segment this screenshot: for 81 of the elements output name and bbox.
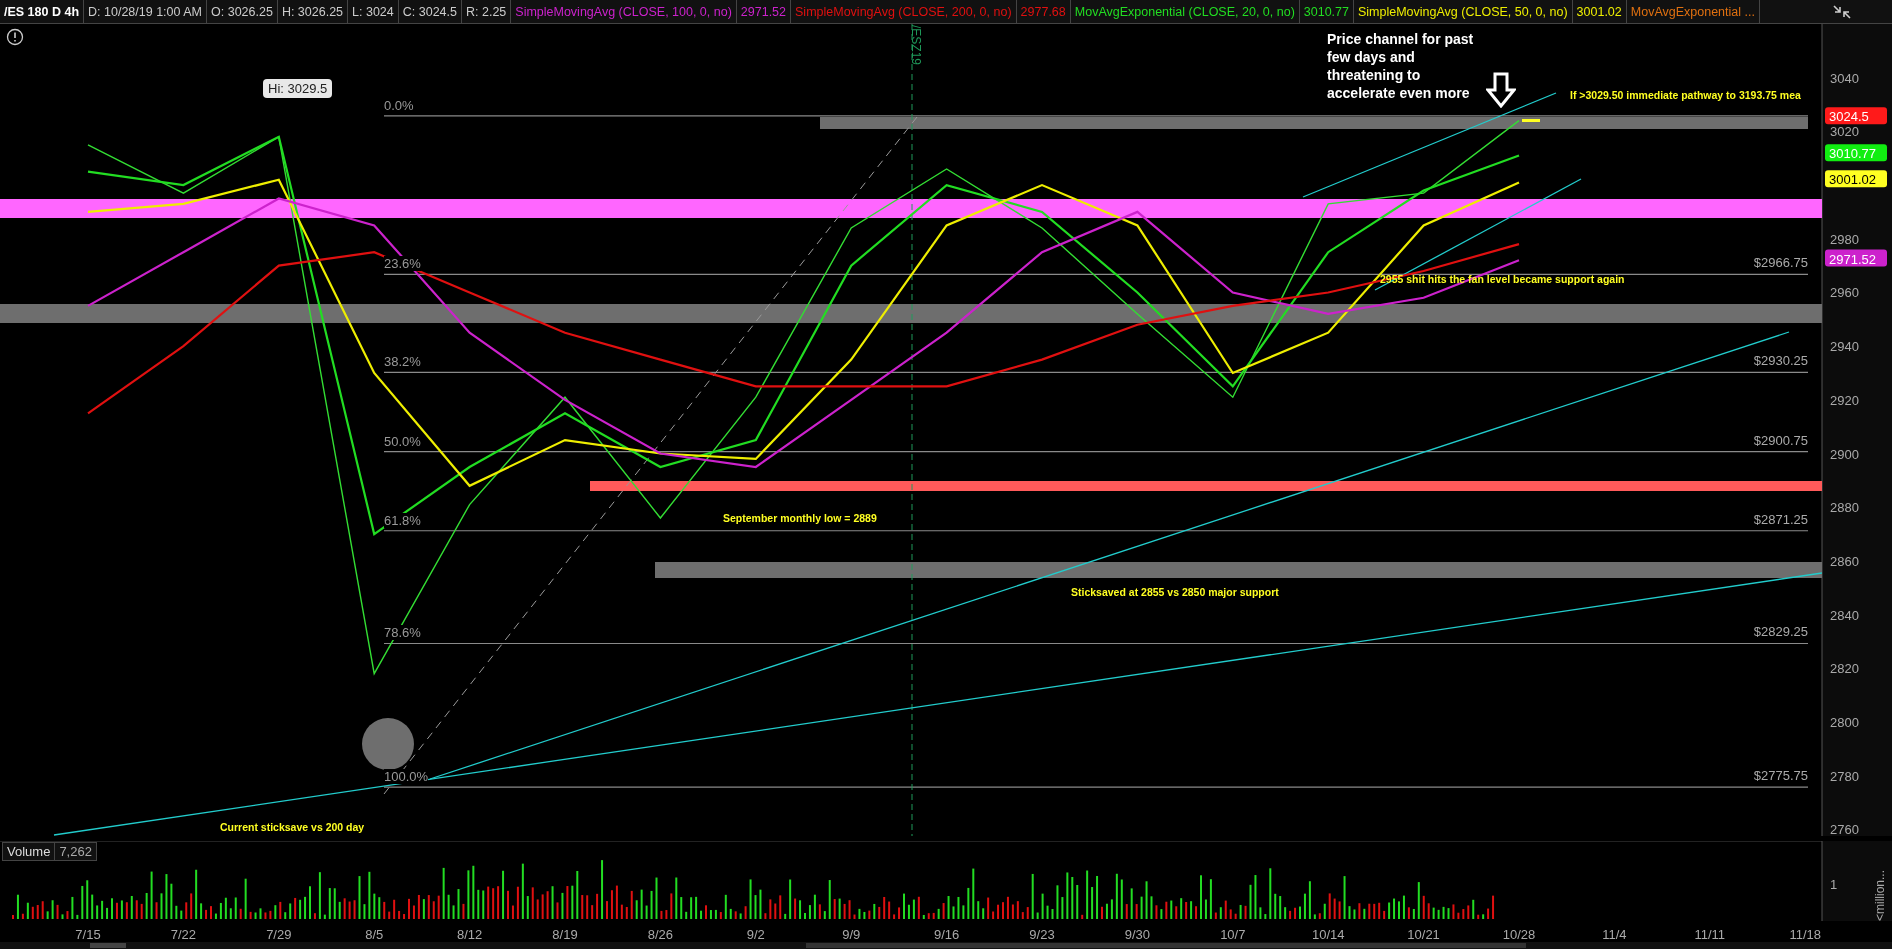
annotation-text: September monthly low = 2889	[723, 512, 877, 524]
date-tick-label: 9/16	[933, 927, 960, 942]
study-label[interactable]: SimpleMovingAvg (CLOSE, 100, 0, no)	[511, 0, 737, 23]
fib-price-label: $2930.25	[1753, 353, 1808, 369]
date-tick-label: 10/21	[1407, 927, 1440, 942]
volume-title: Volume	[2, 842, 56, 861]
price-badge-text: 3010.77	[1829, 146, 1876, 162]
quote-field: C: 3024.5	[398, 0, 462, 23]
quote-field: L: 3024	[348, 0, 399, 23]
fib-price-label: $2900.75	[1753, 432, 1808, 448]
quote-field: H: 3026.25	[277, 0, 349, 23]
axis-tick-label: 2960	[1830, 285, 1859, 301]
contract-label: /ESZ19	[909, 25, 923, 65]
highlight-circle	[362, 718, 414, 770]
symbol-label: /ES 180 D 4h	[0, 0, 85, 23]
study-label[interactable]: MovAvgExponential (CLOSE, 20, 0, no)	[1070, 0, 1300, 23]
date-tick-label: 7/22	[170, 927, 197, 942]
date-tick-label: 8/5	[365, 927, 384, 942]
volume-value: 7,262	[55, 842, 97, 861]
date-tick-label: 9/30	[1124, 927, 1151, 942]
target-marker	[1522, 119, 1540, 122]
price-badge-text: 2971.52	[1829, 251, 1876, 267]
annotation-text: Current sticksave vs 200 day	[220, 821, 365, 833]
study-label[interactable]: SimpleMovingAvg (CLOSE, 50, 0, no)	[1354, 0, 1573, 23]
axis-tick-label: 3020	[1830, 124, 1859, 140]
axis-tick-label: 2900	[1830, 446, 1859, 462]
date-tick-label: 7/29	[266, 927, 292, 942]
study-label[interactable]: MovAvgExponential ...	[1626, 0, 1760, 23]
date-tick-label: 8/19	[552, 927, 578, 942]
date-tick-label: 9/23	[1029, 927, 1055, 942]
price-badge-text: 3001.02	[1829, 172, 1876, 188]
quote-field: R: 2.25	[462, 0, 512, 23]
date-tick-label: 9/9	[842, 927, 861, 942]
date-tick-label: 11/18	[1789, 927, 1821, 942]
date-tick-label: 10/14	[1311, 927, 1345, 942]
fib-price-label: $2871.25	[1753, 511, 1808, 527]
fib-price-label: $2775.75	[1753, 768, 1808, 784]
annotation-text: If >3029.50 immediate pathway to 3193.75 mea	[1570, 89, 1801, 101]
axis-tick-label: 2820	[1830, 661, 1859, 677]
axis-tick-label: 2800	[1830, 715, 1859, 730]
date-tick-label: 7/15	[75, 927, 101, 942]
annotation-text: Sticksaved at 2855 vs 2850 major support	[1071, 586, 1279, 598]
fib-percent-label: 78.6%	[384, 625, 421, 641]
fib-price-label: $2966.75	[1753, 255, 1808, 271]
high-bubble: Hi: 3029.5	[263, 79, 333, 98]
fib-percent-label: 23.6%	[384, 256, 421, 272]
fib-price-label: $2829.25	[1753, 624, 1808, 640]
date-tick-label: 11/11	[1694, 927, 1726, 942]
scrollbar-thumb[interactable]	[806, 943, 1526, 948]
down-arrow-icon	[1486, 72, 1516, 108]
axis-tick-label: 2760	[1830, 822, 1859, 838]
axis-tick-label: 2840	[1830, 607, 1859, 623]
fib-percent-label: 100.0%	[384, 769, 429, 785]
quote-field: D: 10/28/19 1:00 AM	[84, 0, 207, 23]
quote-field: O: 3026.25	[207, 0, 278, 23]
study-value: 3001.02	[1572, 0, 1627, 23]
axis-tick-label: 2920	[1830, 392, 1859, 408]
date-tick-label: 8/26	[647, 927, 674, 942]
study-label[interactable]: SimpleMovingAvg (CLOSE, 200, 0, no)	[791, 0, 1017, 23]
axis-tick-label: 2980	[1830, 231, 1859, 247]
axis-tick-label: 2780	[1830, 768, 1859, 784]
volume-unit-label: <million...	[1873, 869, 1887, 921]
axis-tick-label: 2880	[1830, 500, 1859, 516]
date-tick-label: 9/2	[746, 927, 765, 942]
axis-tick-label: 3040	[1830, 70, 1859, 86]
axis-tick-label: 2860	[1830, 553, 1859, 569]
fib-percent-label: 61.8%	[384, 512, 421, 528]
scrollbar-thumb[interactable]	[90, 943, 126, 948]
date-tick-label: 8/12	[456, 927, 483, 942]
alert-icon[interactable]	[6, 28, 24, 46]
study-value: 2971.52	[736, 0, 792, 23]
callout-text: Price channel for past few days and threatening to accelerate even more	[1327, 30, 1475, 102]
price-badge-text: 3024.5	[1829, 109, 1869, 125]
date-tick-label: 10/7	[1220, 927, 1246, 942]
study-value: 2977.68	[1016, 0, 1071, 23]
collapse-arrows-icon[interactable]	[1832, 2, 1852, 21]
axis-tick-label: 2940	[1830, 339, 1859, 355]
study-value: 3010.77	[1299, 0, 1354, 23]
date-tick-label: 10/28	[1502, 927, 1536, 942]
date-tick-label: 11/4	[1602, 927, 1627, 942]
volume-tick-label: 1	[1830, 877, 1838, 892]
